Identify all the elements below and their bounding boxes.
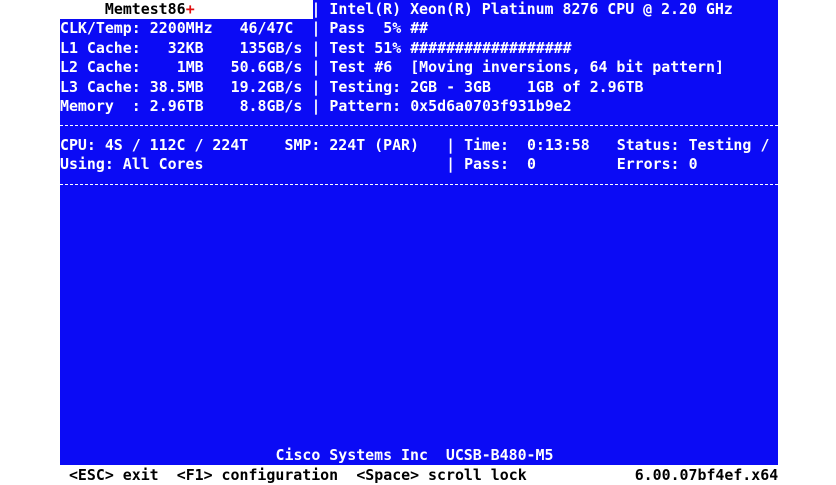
space-scroll-lock-key[interactable]: <Space> scroll lock [356, 466, 526, 485]
memory-size: 2.96TB [149, 97, 204, 115]
test-label: Test [329, 38, 366, 57]
esc-exit-key[interactable]: <ESC> exit [69, 466, 159, 485]
errors-value: 0 [688, 155, 698, 174]
memory-label: Memory : [60, 97, 141, 115]
l1-label: L1 Cache: [60, 38, 141, 57]
status-value: Testing [688, 135, 752, 154]
smp-info: SMP: 224T (PAR) [284, 135, 419, 154]
pass-progress-bar: ## [410, 19, 429, 38]
test-number: #6 [374, 58, 393, 77]
testing-label: Testing: [329, 77, 402, 96]
test-num-label: Test [329, 58, 366, 77]
cpu-info: CPU: 4S / 112C / 224T [60, 135, 249, 154]
l3-size: 38.5MB [149, 77, 204, 96]
clk-label: CLK/Temp: [60, 19, 141, 38]
using-cores: Using: All Cores [60, 155, 204, 174]
divider [60, 125, 778, 127]
temp-value: 46/47C [239, 19, 294, 38]
l3-label: L3 Cache: [60, 77, 141, 96]
separator: | [311, 38, 321, 57]
time-value: 0:13:58 [526, 135, 590, 154]
cpu-name: Intel(R) Xeon(R) Platinum 8276 CPU @ 2.2… [329, 0, 733, 18]
pattern-value: 0x5d6a0703f931b9e2 [410, 97, 572, 115]
time-label: Time: [464, 135, 509, 154]
separator: | [311, 19, 321, 38]
test-name: [Moving inversions, 64 bit pattern] [410, 58, 724, 77]
f1-configuration-key[interactable]: <F1> configuration [177, 466, 338, 485]
version: 6.00.07bf4ef.x64 [634, 465, 779, 484]
errors-label: Errors: [616, 155, 680, 174]
testing-amount: 1GB of 2.96TB [526, 77, 644, 96]
l2-label: L2 Cache: [60, 58, 141, 77]
l3-speed: 19.2GB/s [230, 77, 303, 96]
pattern-label: Pattern: [329, 97, 402, 115]
clk-value: 2200MHz [149, 19, 213, 38]
separator: | [446, 135, 456, 154]
separator: | [311, 77, 321, 96]
app-title-plus: + [185, 0, 195, 18]
app-title: Memtest86 [104, 0, 186, 18]
l2-speed: 50.6GB/s [230, 58, 303, 77]
separator: | [311, 97, 321, 115]
test-progress-bar: ################## [410, 38, 572, 57]
pass-label: Pass [329, 19, 366, 38]
pass-percent: 5% [383, 19, 402, 38]
divider [60, 183, 778, 185]
separator: | [446, 155, 456, 174]
spinner-icon: / [760, 135, 770, 154]
status-label: Status: [616, 135, 680, 154]
memory-speed: 8.8GB/s [239, 97, 303, 115]
test-percent: 51% [374, 38, 402, 57]
pass-count-value: 0 [526, 155, 536, 174]
l1-size: 32KB [167, 38, 204, 57]
system-name: Cisco Systems Inc UCSB-B480-M5 [275, 446, 554, 465]
separator: | [311, 58, 321, 77]
l2-size: 1MB [176, 58, 204, 77]
separator: | [311, 0, 321, 18]
pass-count-label: Pass: [464, 155, 509, 174]
testing-range: 2GB - 3GB [410, 77, 491, 96]
l1-speed: 135GB/s [239, 38, 303, 57]
